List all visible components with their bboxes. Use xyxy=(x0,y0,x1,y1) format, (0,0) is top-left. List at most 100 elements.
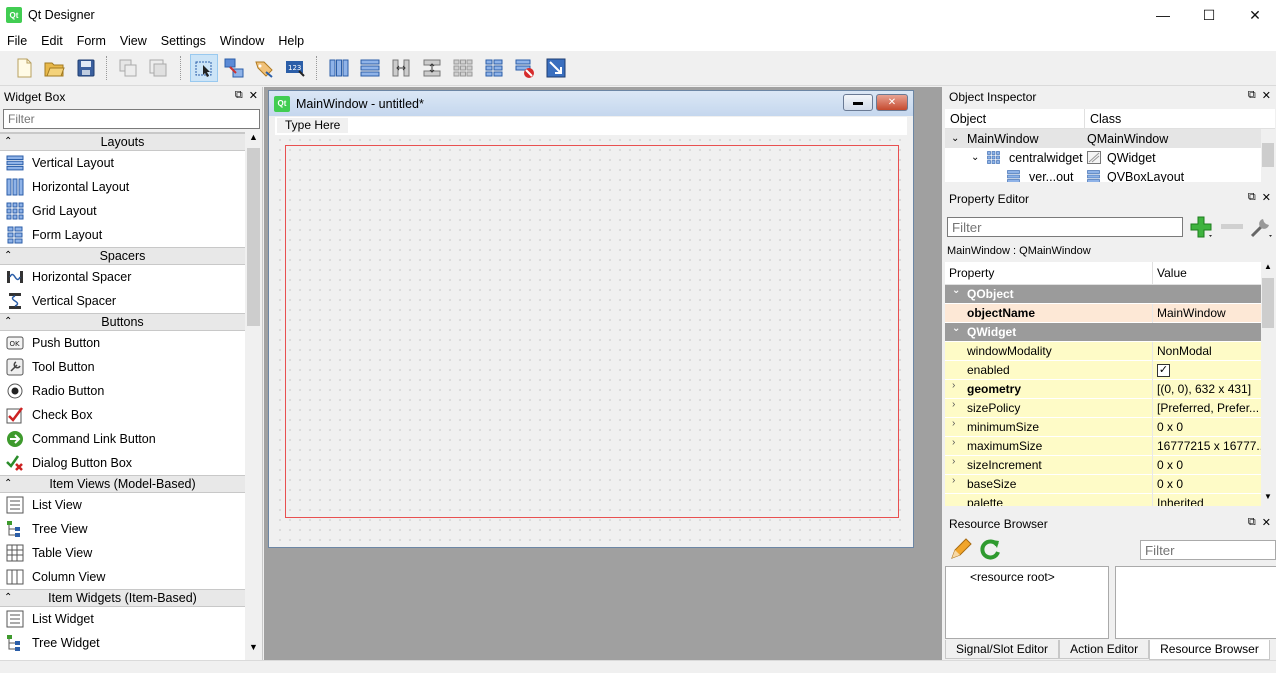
close-icon[interactable]: ✕ xyxy=(1262,516,1271,529)
lay-out-form-button[interactable] xyxy=(480,54,508,82)
widget-item-table-view[interactable]: Table View xyxy=(0,541,245,565)
widget-item-vertical-spacer[interactable]: Vertical Spacer xyxy=(0,289,245,313)
open-form-button[interactable] xyxy=(40,54,68,82)
vertical-layout-frame[interactable] xyxy=(285,145,899,518)
edit-resources-button[interactable] xyxy=(949,537,973,564)
property-windowmodality[interactable]: windowModality NonModal xyxy=(945,341,1261,361)
edit-widgets-button[interactable] xyxy=(190,54,218,82)
break-layout-button[interactable] xyxy=(511,54,539,82)
category-buttons[interactable]: ⌃ Buttons xyxy=(0,313,245,331)
form-window[interactable]: Qt MainWindow - untitled* ▬ ✕ Type Here xyxy=(268,90,914,548)
widget-item-vertical-layout[interactable]: Vertical Layout xyxy=(0,151,245,175)
property-value[interactable]: [Preferred, Prefer... xyxy=(1153,399,1261,418)
property-editor-scrollbar[interactable]: ▲ ▼ xyxy=(1261,262,1275,506)
adjust-size-button[interactable] xyxy=(542,54,570,82)
scrollbar-thumb[interactable] xyxy=(247,148,260,326)
property-value[interactable]: 16777215 x 16777... xyxy=(1153,437,1261,456)
property-sizeincrement[interactable]: › sizeIncrement 0 x 0 xyxy=(945,455,1261,475)
widget-item-command-link-button[interactable]: Command Link Button xyxy=(0,427,245,451)
column-value[interactable]: Value xyxy=(1153,262,1187,285)
property-maximumsize[interactable]: › maximumSize 16777215 x 16777... xyxy=(945,436,1261,456)
chevron-down-icon[interactable]: ⌄ xyxy=(971,152,979,163)
widget-item-grid-layout[interactable]: Grid Layout xyxy=(0,199,245,223)
tab-action-editor[interactable]: Action Editor xyxy=(1059,640,1150,659)
configure-button[interactable] xyxy=(1249,215,1275,242)
horizontal-splitter-button[interactable] xyxy=(387,54,415,82)
minimize-button[interactable]: — xyxy=(1140,0,1186,30)
menu-view[interactable]: View xyxy=(113,34,154,48)
widget-item-tree-view[interactable]: Tree View xyxy=(0,517,245,541)
float-icon[interactable]: ⧉ xyxy=(235,89,243,102)
tab-resource-browser[interactable]: Resource Browser xyxy=(1149,640,1270,660)
property-palette[interactable]: palette Inherited xyxy=(945,493,1261,506)
resource-list[interactable] xyxy=(1115,566,1276,639)
category-layouts[interactable]: ⌃ Layouts xyxy=(0,133,245,151)
property-basesize[interactable]: › baseSize 0 x 0 xyxy=(945,474,1261,494)
tree-row-verticallayout[interactable]: ver...out QVBoxLayout xyxy=(945,167,1261,182)
widget-item-horizontal-layout[interactable]: Horizontal Layout xyxy=(0,175,245,199)
widget-item-form-layout[interactable]: Form Layout xyxy=(0,223,245,247)
form-title-bar[interactable]: Qt MainWindow - untitled* ▬ ✕ xyxy=(269,91,913,116)
property-value[interactable]: 0 x 0 xyxy=(1153,418,1261,437)
form-canvas[interactable] xyxy=(275,135,907,543)
type-here-menu-item[interactable]: Type Here xyxy=(277,118,349,133)
menu-edit[interactable]: Edit xyxy=(34,34,70,48)
resource-tree[interactable]: <resource root> xyxy=(945,566,1109,639)
widget-item-tree-widget[interactable]: Tree Widget xyxy=(0,631,245,655)
category-item-views[interactable]: ⌃ Item Views (Model-Based) xyxy=(0,475,245,493)
chevron-down-icon[interactable]: ⌄ xyxy=(951,133,959,144)
lay-out-vertically-button[interactable] xyxy=(356,54,384,82)
property-value[interactable]: 0 x 0 xyxy=(1153,475,1261,494)
lay-out-horizontally-button[interactable] xyxy=(325,54,353,82)
float-icon[interactable]: ⧉ xyxy=(1248,516,1256,529)
copy-button[interactable] xyxy=(114,54,142,82)
resource-filter-input[interactable] xyxy=(1140,540,1276,560)
new-form-button[interactable] xyxy=(10,54,38,82)
menu-settings[interactable]: Settings xyxy=(154,34,213,48)
widget-item-horizontal-spacer[interactable]: Horizontal Spacer xyxy=(0,265,245,289)
widget-box-scrollbar[interactable]: ▲ ▼ xyxy=(245,132,262,658)
add-dynamic-property-button[interactable] xyxy=(1189,215,1215,242)
close-icon[interactable]: ✕ xyxy=(1262,191,1271,204)
scroll-down-icon[interactable]: ▼ xyxy=(245,642,262,658)
widget-item-column-view[interactable]: Column View xyxy=(0,565,245,589)
form-minimize-button[interactable]: ▬ xyxy=(843,94,873,111)
float-icon[interactable]: ⧉ xyxy=(1248,89,1256,102)
menu-window[interactable]: Window xyxy=(213,34,271,48)
scroll-down-icon[interactable]: ▼ xyxy=(1261,492,1275,506)
property-sizepolicy[interactable]: › sizePolicy [Preferred, Prefer... xyxy=(945,398,1261,418)
lay-out-grid-button[interactable] xyxy=(449,54,477,82)
property-enabled[interactable]: enabled ✓ xyxy=(945,360,1261,380)
form-close-button[interactable]: ✕ xyxy=(876,94,908,111)
remove-property-button[interactable] xyxy=(1221,224,1243,229)
close-icon[interactable]: ✕ xyxy=(1262,89,1271,102)
edit-signals-slots-button[interactable] xyxy=(220,54,248,82)
widget-item-list-widget[interactable]: List Widget xyxy=(0,607,245,631)
reload-resources-button[interactable] xyxy=(978,537,1002,564)
edit-tab-order-button[interactable]: 123 xyxy=(281,54,309,82)
scroll-up-icon[interactable]: ▲ xyxy=(245,132,262,148)
property-value[interactable]: NonModal xyxy=(1153,342,1261,361)
widget-box-filter-input[interactable] xyxy=(3,109,260,129)
float-icon[interactable]: ⧉ xyxy=(1248,191,1256,204)
widget-item-tool-button[interactable]: Tool Button xyxy=(0,355,245,379)
paste-button[interactable] xyxy=(144,54,172,82)
edit-buddies-button[interactable] xyxy=(250,54,278,82)
tab-signal-slot-editor[interactable]: Signal/Slot Editor xyxy=(945,640,1060,659)
scrollbar-thumb[interactable] xyxy=(1262,143,1274,167)
group-qobject[interactable]: ⌄ QObject xyxy=(945,285,1261,304)
object-inspector-scrollbar[interactable] xyxy=(1261,129,1275,182)
property-geometry[interactable]: › geometry [(0, 0), 632 x 431] xyxy=(945,379,1261,399)
category-spacers[interactable]: ⌃ Spacers xyxy=(0,247,245,265)
property-value[interactable]: ✓ xyxy=(1153,361,1261,380)
close-icon[interactable]: ✕ xyxy=(249,89,258,102)
menu-help[interactable]: Help xyxy=(271,34,311,48)
close-button[interactable]: ✕ xyxy=(1232,0,1276,30)
widget-item-dialog-button-box[interactable]: Dialog Button Box xyxy=(0,451,245,475)
widget-item-list-view[interactable]: List View xyxy=(0,493,245,517)
column-object[interactable]: Object xyxy=(945,109,1085,128)
column-class[interactable]: Class xyxy=(1085,109,1275,128)
save-form-button[interactable] xyxy=(72,54,100,82)
property-value[interactable]: [(0, 0), 632 x 431] xyxy=(1153,380,1261,399)
property-value[interactable]: MainWindow xyxy=(1153,304,1261,323)
